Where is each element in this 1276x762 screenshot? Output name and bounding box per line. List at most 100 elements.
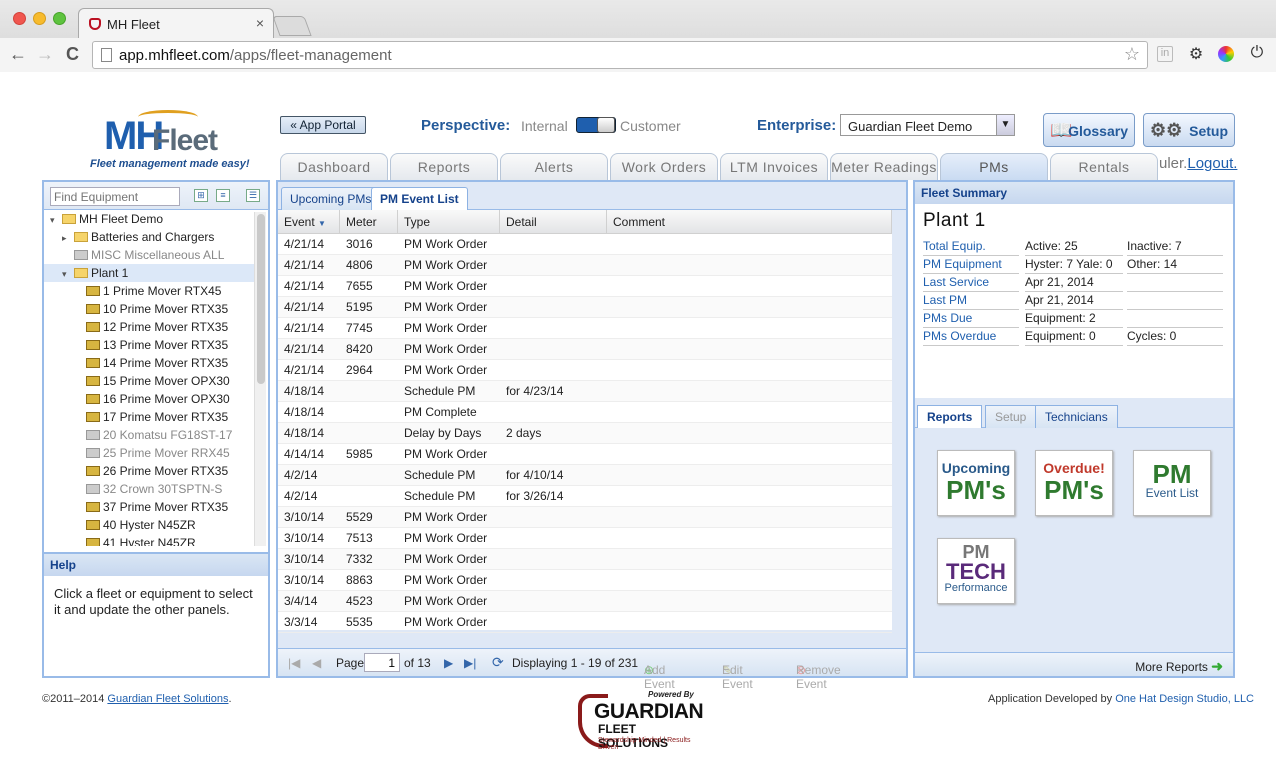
table-row[interactable]: 4/18/14 PM Complete bbox=[278, 402, 892, 423]
upcoming-pms-report[interactable]: Upcoming PM's bbox=[937, 450, 1015, 516]
enterprise-select[interactable]: Guardian Fleet Demo ▼ bbox=[840, 114, 1015, 136]
tree-scrollbar[interactable] bbox=[254, 212, 266, 546]
next-page-icon[interactable]: ▶ bbox=[444, 656, 453, 670]
browser-tab[interactable]: MH Fleet × bbox=[78, 8, 274, 38]
setup-button[interactable]: ⚙⚙ Setup bbox=[1143, 113, 1235, 147]
pm-event-list-report[interactable]: PM Event List bbox=[1133, 450, 1211, 516]
tree-node[interactable]: 26 Prime Mover RTX35 bbox=[44, 462, 254, 480]
table-row[interactable]: 3/10/14 5529 PM Work Order bbox=[278, 507, 892, 528]
glossary-button[interactable]: 📖 Glossary bbox=[1043, 113, 1135, 147]
tree-node[interactable]: MISC Miscellaneous ALL bbox=[44, 246, 254, 264]
col-type[interactable]: Type bbox=[398, 210, 500, 234]
zoom-window-button[interactable] bbox=[53, 12, 66, 25]
tab-pm-event-list[interactable]: PM Event List bbox=[371, 187, 468, 210]
linkedin-extension-icon[interactable]: in bbox=[1157, 46, 1173, 62]
col-comment[interactable]: Comment bbox=[607, 210, 892, 234]
tree-node[interactable]: 10 Prime Mover RTX35 bbox=[44, 300, 254, 318]
tab-alerts[interactable]: Alerts bbox=[500, 153, 608, 180]
tree-node[interactable]: 1 Prime Mover RTX45 bbox=[44, 282, 254, 300]
expand-arrow-icon[interactable]: ▾ bbox=[62, 265, 74, 283]
summary-key-link[interactable]: PMs Overdue bbox=[923, 329, 1019, 346]
last-page-icon[interactable]: ▶| bbox=[464, 656, 476, 670]
color-picker-extension-icon[interactable] bbox=[1218, 46, 1234, 62]
chevron-down-icon[interactable]: ▼ bbox=[996, 115, 1014, 135]
table-row[interactable]: 4/18/14 Schedule PM for 4/23/14 bbox=[278, 381, 892, 402]
details-view-icon[interactable]: ☰ bbox=[246, 189, 260, 202]
tab-technicians[interactable]: Technicians bbox=[1035, 405, 1118, 428]
col-detail[interactable]: Detail bbox=[500, 210, 607, 234]
logout-link[interactable]: Logout. bbox=[1187, 155, 1237, 172]
table-row[interactable]: 4/14/14 5985 PM Work Order bbox=[278, 444, 892, 465]
address-bar[interactable]: app.mhfleet.com/apps/fleet-management ☆ bbox=[92, 41, 1148, 69]
tree-node[interactable]: 15 Prime Mover OPX30 bbox=[44, 372, 254, 390]
tab-work-orders[interactable]: Work Orders bbox=[610, 153, 718, 180]
table-row[interactable]: 4/21/14 8420 PM Work Order bbox=[278, 339, 892, 360]
table-row[interactable]: 4/2/14 Schedule PM for 4/10/14 bbox=[278, 465, 892, 486]
table-row[interactable]: 4/21/14 3016 PM Work Order bbox=[278, 234, 892, 255]
summary-key-link[interactable]: PM Equipment bbox=[923, 257, 1019, 274]
developer-link[interactable]: One Hat Design Studio, LLC bbox=[1115, 693, 1254, 705]
tree-node[interactable]: 17 Prime Mover RTX35 bbox=[44, 408, 254, 426]
overdue-pms-report[interactable]: Overdue! PM's bbox=[1035, 450, 1113, 516]
col-event[interactable]: Event ▼ bbox=[278, 210, 340, 234]
tree-node[interactable]: 41 Hyster N45ZR bbox=[44, 534, 254, 546]
table-row[interactable]: 3/10/14 8863 PM Work Order bbox=[278, 570, 892, 591]
tab-setup-right[interactable]: Setup bbox=[985, 405, 1037, 428]
tab-close-icon[interactable]: × bbox=[256, 15, 264, 31]
gear-icon[interactable]: ⚙ bbox=[1186, 44, 1206, 64]
back-arrow-icon[interactable]: ← bbox=[9, 44, 27, 65]
table-row[interactable]: 4/18/14 Delay by Days 2 days bbox=[278, 423, 892, 444]
table-row[interactable]: 4/21/14 5195 PM Work Order bbox=[278, 297, 892, 318]
bookmark-star-icon[interactable]: ☆ bbox=[1124, 44, 1140, 65]
table-row[interactable]: 4/2/14 Schedule PM for 3/26/14 bbox=[278, 486, 892, 507]
tab-pms[interactable]: PMs bbox=[940, 153, 1048, 180]
tree-node[interactable]: 20 Komatsu FG18ST-17 bbox=[44, 426, 254, 444]
tree-node[interactable]: 32 Crown 30TSPTN-S bbox=[44, 480, 254, 498]
tree-node[interactable]: 25 Prime Mover RRX45 bbox=[44, 444, 254, 462]
tab-upcoming-pms[interactable]: Upcoming PMs bbox=[281, 187, 381, 210]
table-row[interactable]: 4/21/14 4806 PM Work Order bbox=[278, 255, 892, 276]
tab-ltm-invoices[interactable]: LTM Invoices bbox=[720, 153, 828, 180]
table-row[interactable]: 4/21/14 7655 PM Work Order bbox=[278, 276, 892, 297]
tree-node[interactable]: ▸ Batteries and Chargers bbox=[44, 228, 254, 246]
find-equipment-input[interactable] bbox=[50, 187, 180, 206]
table-row[interactable]: 3/10/14 7332 PM Work Order bbox=[278, 549, 892, 570]
more-reports-link[interactable]: More Reports ➜ bbox=[915, 652, 1233, 676]
table-row[interactable]: 3/3/14 5535 PM Work Order bbox=[278, 612, 892, 633]
app-portal-button[interactable]: « App Portal bbox=[280, 116, 366, 134]
table-row[interactable]: 3/10/14 7513 PM Work Order bbox=[278, 528, 892, 549]
tree-node[interactable]: 13 Prime Mover RTX35 bbox=[44, 336, 254, 354]
reload-icon[interactable]: C bbox=[66, 44, 79, 65]
tab-dashboard[interactable]: Dashboard bbox=[280, 153, 388, 180]
new-tab-button[interactable] bbox=[272, 16, 312, 36]
tab-reports-right[interactable]: Reports bbox=[917, 405, 983, 428]
scrollbar-thumb[interactable] bbox=[257, 214, 265, 384]
tree-node[interactable]: 14 Prime Mover RTX35 bbox=[44, 354, 254, 372]
tree-node[interactable]: 16 Prime Mover OPX30 bbox=[44, 390, 254, 408]
minimize-window-button[interactable] bbox=[33, 12, 46, 25]
tree-node[interactable]: 37 Prime Mover RTX35 bbox=[44, 498, 254, 516]
summary-key-link[interactable]: Last PM bbox=[923, 293, 1019, 310]
table-row[interactable]: 4/21/14 2964 PM Work Order bbox=[278, 360, 892, 381]
list-view-icon[interactable]: ≡ bbox=[216, 189, 230, 202]
expand-arrow-icon[interactable]: ▾ bbox=[50, 211, 62, 229]
tree-node[interactable]: ▾ Plant 1 bbox=[44, 264, 254, 282]
tree-node[interactable]: ▾ MH Fleet Demo bbox=[44, 210, 254, 228]
extension-icon[interactable]: ⏻ bbox=[1247, 44, 1267, 64]
perspective-toggle[interactable] bbox=[576, 117, 616, 133]
summary-key-link[interactable]: Last Service bbox=[923, 275, 1019, 292]
expand-arrow-icon[interactable]: ▸ bbox=[62, 229, 74, 247]
summary-key-link[interactable]: Total Equip. bbox=[923, 239, 1019, 256]
tree-node[interactable]: 12 Prime Mover RTX35 bbox=[44, 318, 254, 336]
refresh-icon[interactable]: ⟳ bbox=[492, 654, 504, 671]
close-window-button[interactable] bbox=[13, 12, 26, 25]
table-row[interactable]: 3/4/14 4523 PM Work Order bbox=[278, 591, 892, 612]
summary-key-link[interactable]: PMs Due bbox=[923, 311, 1019, 328]
page-number-input[interactable] bbox=[364, 653, 400, 672]
forward-arrow-icon[interactable]: → bbox=[36, 44, 54, 65]
tab-reports[interactable]: Reports bbox=[390, 153, 498, 180]
tab-meter-readings[interactable]: Meter Readings bbox=[830, 153, 938, 180]
pm-tech-performance-report[interactable]: PM TECH Performance bbox=[937, 538, 1015, 604]
prev-page-icon[interactable]: ◀ bbox=[312, 656, 321, 670]
first-page-icon[interactable]: |◀ bbox=[288, 656, 300, 670]
